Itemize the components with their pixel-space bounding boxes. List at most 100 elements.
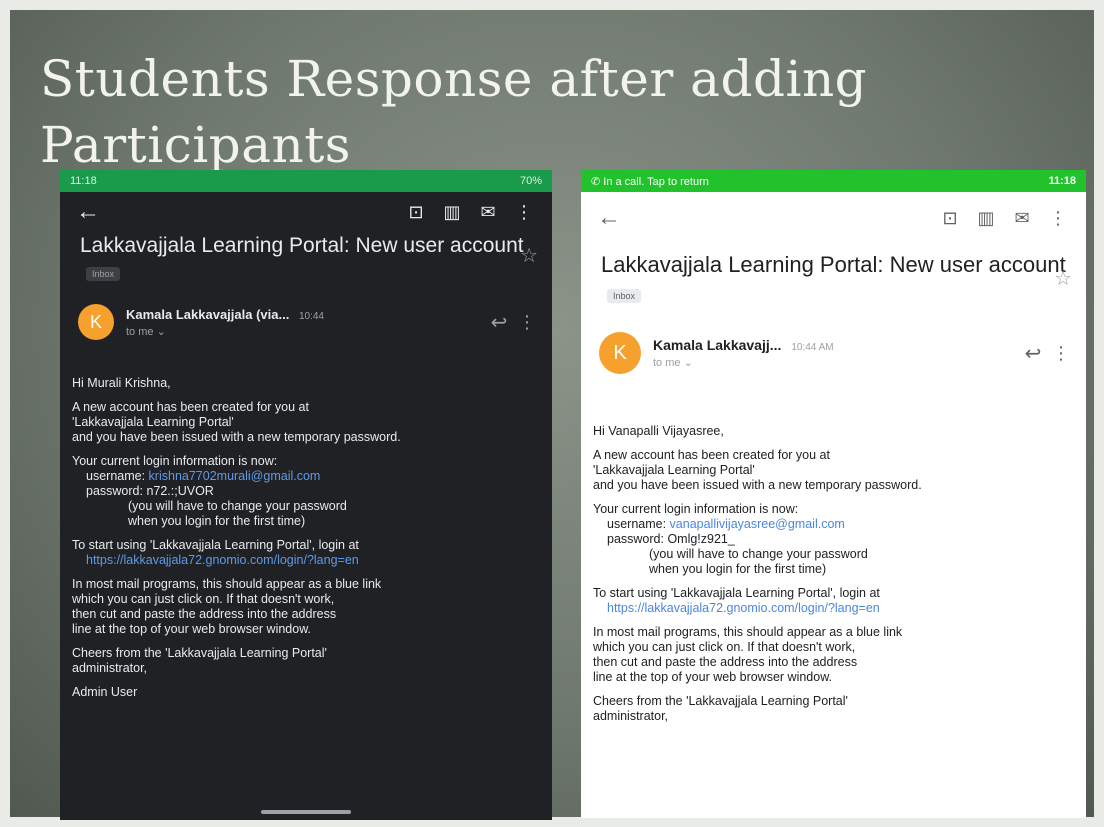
mail-subject: Lakkavajjala Learning Portal: New user a… — [60, 232, 552, 288]
status-bar: 11:18 70% — [60, 170, 552, 192]
recipient-toggle[interactable]: to me ⌄ — [653, 356, 1018, 369]
change-note-2: when you login for the first time) — [128, 514, 306, 528]
username-email-link[interactable]: krishna7702murali@gmail.com — [149, 469, 321, 483]
cheers-line-2: administrator, — [72, 661, 148, 675]
sender-name-text: Kamala Lakkavajj... — [653, 337, 782, 353]
start-paragraph: To start using 'Lakkavajjala Learning Po… — [72, 538, 536, 568]
reply-icon[interactable]: ↩ — [1018, 341, 1048, 366]
sender-name: Kamala Lakkavajj... 10:44 AM — [653, 337, 1018, 353]
blue-line-1: In most mail programs, this should appea… — [593, 625, 903, 639]
call-status-text: In a call. Tap to return — [603, 175, 709, 188]
password-line: password: Omlg!z921_ — [607, 532, 735, 546]
message-more-icon[interactable]: ⋮ — [514, 312, 540, 333]
blue-line-3: then cut and paste the address into the … — [72, 607, 337, 621]
sender-name-text: Kamala Lakkavajjala (via... — [126, 306, 290, 322]
delete-icon[interactable]: ▥ — [434, 197, 470, 227]
phone-icon: ✆ — [591, 175, 601, 188]
slide-title-line-2: Participants — [40, 115, 351, 174]
cheers-line-1: Cheers from the 'Lakkavajjala Learning P… — [593, 694, 848, 708]
mail-toolbar: ← ⊡ ▥ ✉ ⋮ — [581, 192, 1086, 244]
blue-line-2: which you can just click on. If that doe… — [593, 640, 856, 654]
sender-name: Kamala Lakkavajjala (via... 10:44 — [126, 307, 484, 322]
status-time: 11:18 — [1048, 175, 1076, 187]
mail-body: Hi Murali Krishna, A new account has bee… — [60, 376, 552, 700]
sent-time: 10:44 AM — [791, 342, 834, 353]
blue-link-paragraph: In most mail programs, this should appea… — [72, 577, 536, 637]
left-phone-screenshot: 11:18 70% ← ⊡ ▥ ✉ ⋮ Lakkavajjala Learnin… — [60, 170, 552, 820]
change-note-1: (you will have to change your password — [128, 499, 347, 513]
username-line: username: krishna7702murali@gmail.com — [72, 469, 536, 484]
back-arrow-icon[interactable]: ← — [70, 197, 106, 227]
battery-level: 70% — [519, 175, 542, 187]
blue-line-1: In most mail programs, this should appea… — [72, 577, 382, 591]
star-icon[interactable]: ☆ — [520, 242, 538, 270]
archive-icon[interactable]: ⊡ — [932, 203, 968, 233]
blue-link-paragraph: In most mail programs, this should appea… — [593, 625, 1070, 685]
status-time: 11:18 — [70, 175, 97, 187]
inbox-badge[interactable]: Inbox — [86, 267, 121, 282]
sender-info: Kamala Lakkavajj... 10:44 AM to me ⌄ — [653, 337, 1018, 369]
slide-title-line-1: Students Response after adding — [40, 49, 868, 108]
cheers-line-2: administrator, — [593, 709, 669, 723]
username-label: username: — [607, 517, 667, 531]
back-arrow-icon[interactable]: ← — [591, 203, 627, 233]
start-paragraph: To start using 'Lakkavajjala Learning Po… — [593, 586, 1070, 616]
more-options-icon[interactable]: ⋮ — [1040, 203, 1076, 233]
username-email-link[interactable]: vanapallivijayasree@gmail.com — [670, 517, 845, 531]
mail-toolbar: ← ⊡ ▥ ✉ ⋮ — [60, 192, 552, 232]
mark-unread-icon[interactable]: ✉ — [470, 197, 506, 227]
avatar[interactable]: K — [78, 304, 114, 340]
reply-icon[interactable]: ↩ — [484, 310, 514, 335]
recipient-toggle[interactable]: to me ⌄ — [126, 325, 484, 338]
username-line: username: vanapallivijayasree@gmail.com — [593, 517, 1070, 532]
intro-line-1: A new account has been created for you a… — [593, 448, 830, 462]
intro-line-1: A new account has been created for you a… — [72, 400, 309, 414]
cheers-paragraph: Cheers from the 'Lakkavajjala Learning P… — [72, 646, 536, 676]
call-status-bar[interactable]: ✆ In a call. Tap to return 11:18 — [581, 170, 1086, 192]
blue-line-4: line at the top of your web browser wind… — [593, 670, 833, 684]
message-more-icon[interactable]: ⋮ — [1048, 343, 1074, 364]
change-note-1: (you will have to change your password — [649, 547, 868, 561]
intro-line-3: and you have been issued with a new temp… — [72, 430, 401, 444]
login-url-link[interactable]: https://lakkavajjala72.gnomio.com/login/… — [593, 601, 1070, 616]
sender-info: Kamala Lakkavajjala (via... 10:44 to me … — [126, 307, 484, 338]
intro-line-2: 'Lakkavajjala Learning Portal' — [72, 415, 234, 429]
sender-row: K Kamala Lakkavajj... 10:44 AM to me ⌄ ↩… — [581, 332, 1086, 374]
change-note-2: when you login for the first time) — [649, 562, 827, 576]
password-line: password: n72.:;UVOR — [86, 484, 214, 498]
inbox-badge[interactable]: Inbox — [607, 289, 642, 304]
archive-icon[interactable]: ⊡ — [398, 197, 434, 227]
login-header: Your current login information is now: — [72, 454, 278, 468]
sender-row: K Kamala Lakkavajjala (via... 10:44 to m… — [60, 304, 552, 340]
subject-text: Lakkavajjala Learning Portal: New user a… — [80, 234, 524, 257]
intro-paragraph: A new account has been created for you a… — [593, 448, 1070, 493]
sent-time: 10:44 — [298, 310, 324, 322]
gesture-nav-handle[interactable] — [261, 810, 351, 814]
signature: Admin User — [72, 685, 138, 699]
login-header: Your current login information is now: — [593, 502, 799, 516]
greeting: Hi Vanapalli Vijayasree, — [593, 424, 724, 438]
mail-body: Hi Vanapalli Vijayasree, A new account h… — [581, 424, 1086, 724]
more-options-icon[interactable]: ⋮ — [506, 197, 542, 227]
start-line: To start using 'Lakkavajjala Learning Po… — [72, 538, 359, 552]
login-url-link[interactable]: https://lakkavajjala72.gnomio.com/login/… — [72, 553, 536, 568]
username-label: username: — [86, 469, 146, 483]
intro-paragraph: A new account has been created for you a… — [72, 400, 536, 445]
right-phone-screenshot: ✆ In a call. Tap to return 11:18 ← ⊡ ▥ ✉… — [581, 170, 1086, 818]
mark-unread-icon[interactable]: ✉ — [1004, 203, 1040, 233]
mail-subject: Lakkavajjala Learning Portal: New user a… — [581, 244, 1086, 310]
delete-icon[interactable]: ▥ — [968, 203, 1004, 233]
greeting: Hi Murali Krishna, — [72, 376, 171, 390]
blue-line-4: line at the top of your web browser wind… — [72, 622, 312, 636]
blue-line-2: which you can just click on. If that doe… — [72, 592, 335, 606]
cheers-paragraph: Cheers from the 'Lakkavajjala Learning P… — [593, 694, 1070, 724]
start-line: To start using 'Lakkavajjala Learning Po… — [593, 586, 880, 600]
call-return-text: ✆ In a call. Tap to return — [591, 175, 709, 188]
star-icon[interactable]: ☆ — [1054, 264, 1072, 294]
cheers-line-1: Cheers from the 'Lakkavajjala Learning P… — [72, 646, 327, 660]
avatar[interactable]: K — [599, 332, 641, 374]
login-info-paragraph: Your current login information is now: u… — [72, 454, 536, 529]
intro-line-2: 'Lakkavajjala Learning Portal' — [593, 463, 755, 477]
slide-title: Students Response after adding Participa… — [40, 46, 1040, 178]
intro-line-3: and you have been issued with a new temp… — [593, 478, 922, 492]
